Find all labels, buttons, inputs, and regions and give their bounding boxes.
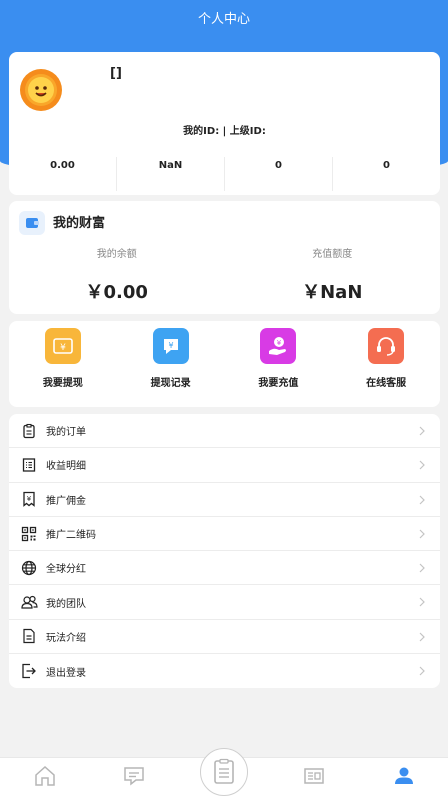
svg-text:¥: ¥: [168, 341, 173, 350]
avatar[interactable]: [18, 67, 64, 113]
stats-row: 0.00 NaN 0 0: [9, 157, 440, 191]
chevron-right-icon: [419, 632, 425, 642]
recharge-button[interactable]: ¥ 我要充值: [225, 321, 333, 407]
message-icon[interactable]: [122, 764, 146, 788]
team-icon: [20, 593, 38, 611]
balance-label: 我的余额: [96, 249, 137, 260]
chevron-right-icon: [419, 460, 425, 470]
center-document-icon: [214, 758, 234, 784]
qr-code-icon: [20, 525, 38, 543]
menu-item-earnings[interactable]: 收益明细: [9, 448, 440, 483]
order-clipboard-icon: [20, 422, 38, 440]
menu-item-label: 收益明细: [46, 461, 86, 473]
recharge-block[interactable]: 充值额度 ￥NaN: [225, 245, 441, 304]
menu-item-intro[interactable]: 玩法介绍: [9, 620, 440, 655]
action-label: 提现记录: [150, 378, 191, 389]
action-label: 我要提现: [42, 378, 83, 389]
recharge-value: ￥NaN: [302, 282, 363, 303]
home-icon[interactable]: [33, 764, 57, 788]
wealth-card: 我的财富 我的余额 ￥0.00 充值额度 ￥NaN: [9, 201, 440, 314]
stat-item[interactable]: NaN: [117, 157, 225, 191]
menu-item-global-dividend[interactable]: 全球分红: [9, 551, 440, 586]
chevron-right-icon: [419, 666, 425, 676]
chevron-right-icon: [419, 563, 425, 573]
menu-item-label: 全球分红: [46, 564, 86, 576]
menu-item-commission[interactable]: ¥ 推广佣金: [9, 483, 440, 517]
menu-item-label: 我的团队: [46, 598, 86, 610]
menu-item-label: 推广二维码: [46, 530, 96, 542]
globe-icon: [20, 559, 38, 577]
logout-icon: [20, 662, 38, 680]
action-label: 我要充值: [258, 378, 299, 389]
page-title: 个人中心: [197, 12, 250, 27]
user-ids: 我的ID: | 上级ID:: [183, 126, 266, 137]
center-tab-button[interactable]: [200, 748, 248, 796]
menu-item-label: 玩法介绍: [46, 632, 86, 644]
menu-item-orders[interactable]: 我的订单: [9, 414, 440, 449]
list-icon: [20, 456, 38, 474]
recharge-icon: ¥: [260, 328, 297, 364]
withdraw-button[interactable]: ¥ 我要提现: [9, 321, 117, 407]
customer-service-icon: [368, 328, 405, 364]
profile-icon[interactable]: [392, 764, 416, 788]
menu-item-team[interactable]: 我的团队: [9, 585, 440, 620]
menu-item-label: 退出登录: [46, 667, 86, 679]
wallet-icon: [19, 211, 45, 235]
profile-card: [] 我的ID: | 上级ID: 0.00 NaN 0 0: [9, 52, 440, 195]
intro-document-icon: [20, 627, 38, 645]
stat-item[interactable]: 0: [225, 157, 333, 191]
stat-item[interactable]: 0.00: [9, 157, 117, 191]
balance-block[interactable]: 我的余额 ￥0.00: [9, 245, 225, 304]
menu-item-label: 我的订单: [46, 427, 86, 439]
chevron-right-icon: [419, 495, 425, 505]
withdraw-record-button[interactable]: ¥ 提现记录: [117, 321, 225, 407]
chevron-right-icon: [419, 529, 425, 539]
svg-text:¥: ¥: [27, 495, 32, 503]
menu-item-qr-code[interactable]: 推广二维码: [9, 517, 440, 552]
action-label: 在线客服: [366, 378, 407, 389]
wealth-title: 我的财富: [53, 216, 106, 231]
svg-text:¥: ¥: [60, 343, 66, 353]
commission-receipt-icon: ¥: [20, 490, 38, 508]
svg-text:¥: ¥: [277, 339, 282, 347]
card-icon[interactable]: [302, 764, 326, 788]
stat-item[interactable]: 0: [333, 157, 440, 191]
menu-item-logout[interactable]: 退出登录: [9, 654, 440, 688]
actions-card: ¥ 我要提现 ¥ 提现记录 ¥ 我要充值 在线客服: [9, 321, 440, 407]
menu-item-label: 推广佣金: [46, 495, 86, 507]
menu-list: 我的订单 收益明细 ¥ 推广佣金 推广二维码 全球分红 我的团队 玩法介绍 退出…: [9, 414, 440, 688]
chevron-right-icon: [419, 598, 425, 607]
customer-service-button[interactable]: 在线客服: [332, 321, 440, 407]
recharge-label: 充值额度: [312, 249, 353, 260]
username: []: [110, 66, 122, 81]
withdraw-record-icon: ¥: [152, 328, 189, 364]
withdraw-icon: ¥: [44, 328, 81, 364]
balance-value: ￥0.00: [85, 282, 148, 303]
chevron-right-icon: [419, 426, 425, 436]
